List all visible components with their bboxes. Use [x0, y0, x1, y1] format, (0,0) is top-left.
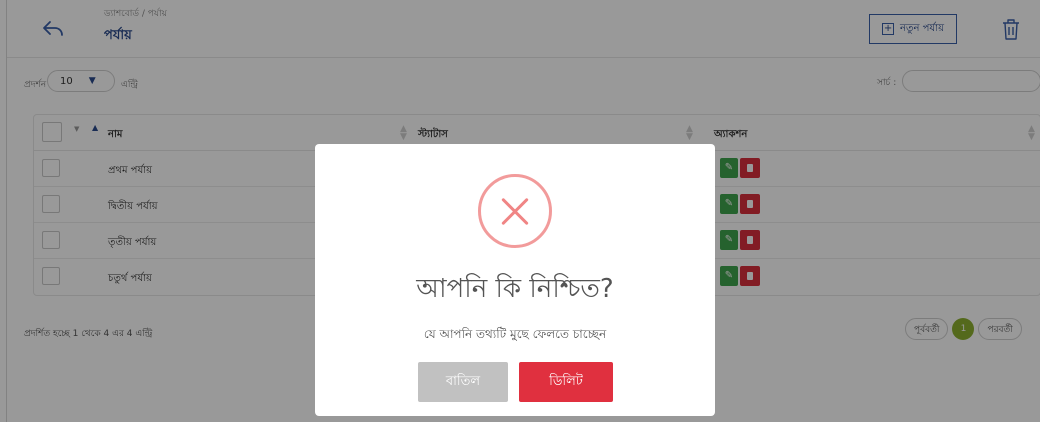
confirm-dialog: আপনি কি নিশ্চিত? যে আপনি তথ্যটি মুছে ফেল… [315, 144, 715, 416]
x-circle-icon [478, 174, 552, 248]
dialog-message: যে আপনি তথ্যটি মুছে ফেলতে চাচ্ছেন [423, 327, 607, 341]
confirm-delete-button[interactable]: ডিলিট [519, 362, 613, 402]
cancel-button[interactable]: বাতিল [418, 362, 508, 402]
dialog-title: আপনি কি নিশ্চিত? [416, 274, 614, 304]
